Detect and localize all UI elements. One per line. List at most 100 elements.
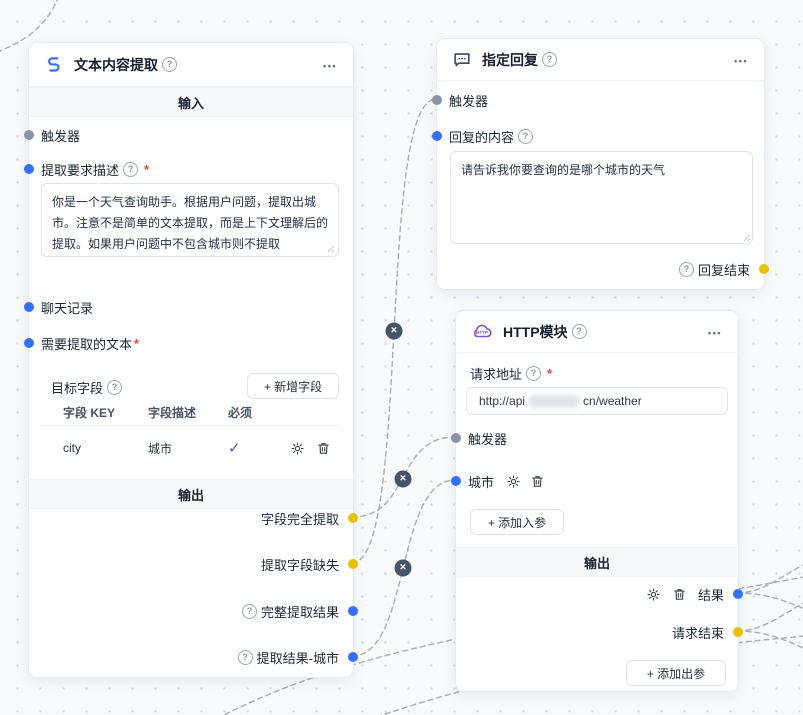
row-param-city: 城市: [456, 467, 738, 495]
col-header-key: 字段 KEY: [41, 404, 148, 421]
node-header[interactable]: 文本内容提取: [29, 43, 353, 87]
help-icon: [526, 366, 541, 381]
output-port[interactable]: [733, 589, 743, 599]
connection-delete-button[interactable]: ×: [386, 323, 403, 340]
row-output-full-result: 完整提取结果: [29, 597, 353, 625]
output-label: 请求结束: [672, 623, 724, 642]
output-label: 提取结果-城市: [257, 648, 339, 667]
node-title: HTTP模块: [503, 322, 568, 342]
input-port[interactable]: [24, 338, 34, 348]
help-icon: [123, 162, 138, 177]
add-field-button[interactable]: + 新增字段: [247, 373, 339, 399]
table-header-row: 字段 KEY 字段描述 必须: [41, 399, 341, 425]
node-specified-reply[interactable]: 指定回复 触发器 回复的内容 请告诉我你要查询的是哪个城市的天气 回复结束: [436, 38, 765, 290]
input-port[interactable]: [432, 131, 442, 141]
help-icon: [518, 129, 533, 144]
output-port[interactable]: [348, 606, 358, 616]
output-label: 结果: [698, 585, 724, 604]
help-icon: [242, 604, 257, 619]
wire-http-result-out-2: [737, 593, 803, 612]
help-icon: [162, 57, 177, 72]
chat-history-label: 聊天记录: [41, 298, 93, 317]
more-menu-icon[interactable]: [732, 49, 750, 71]
output-port[interactable]: [733, 627, 743, 637]
table-row: city 城市: [41, 425, 341, 470]
svg-text:HTTP: HTTP: [476, 330, 488, 335]
row-output-result: 结果: [456, 580, 738, 608]
row-extract-requirement: 提取要求描述 *: [29, 155, 353, 183]
extract-requirement-label: 提取要求描述: [41, 160, 119, 179]
row-output-reply-finish: 回复结束: [437, 255, 764, 283]
row-request-url: 请求地址 *: [456, 359, 738, 387]
gear-icon[interactable]: [646, 587, 661, 602]
output-label: 字段完全提取: [261, 509, 339, 528]
extract-requirement-textarea[interactable]: 你是一个天气查询助手。根据用户问题，提取出城市。注意不是简单的文本提取，而是上下…: [41, 183, 339, 257]
trash-icon[interactable]: [530, 474, 545, 489]
row-trigger: 触发器: [437, 86, 764, 114]
flow-canvas[interactable]: 文本内容提取 输入 触发器 提取要求描述 * 你是一个天气查询助手。根据用户问题…: [0, 0, 803, 715]
output-section-header: 输出: [456, 547, 738, 577]
trigger-label: 触发器: [41, 126, 80, 145]
help-icon: [238, 650, 253, 665]
col-header-required: 必须: [228, 404, 278, 421]
help-icon: [679, 262, 694, 277]
target-fields-label: 目标字段: [51, 378, 103, 397]
row-trigger: 触发器: [29, 121, 353, 149]
trash-icon[interactable]: [316, 441, 331, 456]
node-http-module[interactable]: HTTP HTTP模块 请求地址 * http://api cn/weather…: [455, 310, 739, 692]
gear-icon[interactable]: [290, 441, 305, 456]
input-port[interactable]: [24, 164, 34, 174]
trash-icon[interactable]: [672, 587, 687, 602]
help-icon: [572, 324, 587, 339]
help-icon: [107, 380, 122, 395]
field-desc-cell: 城市: [148, 440, 228, 457]
input-port[interactable]: [451, 476, 461, 486]
request-url-label: 请求地址: [470, 364, 522, 383]
field-key-cell: city: [41, 441, 148, 455]
reply-content-label: 回复的内容: [449, 127, 514, 146]
http-cloud-icon: HTTP: [470, 320, 494, 344]
output-port[interactable]: [348, 513, 358, 523]
input-port[interactable]: [24, 130, 34, 140]
url-suffix: cn/weather: [583, 394, 642, 408]
col-header-desc: 字段描述: [148, 404, 228, 421]
row-reply-content: 回复的内容: [437, 122, 764, 150]
node-title: 文本内容提取: [74, 55, 158, 75]
output-label: 完整提取结果: [261, 602, 339, 621]
wire-http-finish-out-1: [737, 598, 803, 631]
redacted-text: [528, 395, 580, 408]
add-input-param-button[interactable]: + 添加入参: [470, 509, 564, 535]
output-port[interactable]: [348, 559, 358, 569]
output-port[interactable]: [759, 264, 769, 274]
row-output-fields-complete: 字段完全提取: [29, 504, 353, 532]
add-output-param-button[interactable]: + 添加出参: [626, 660, 726, 686]
required-check-icon[interactable]: [228, 439, 278, 457]
node-header[interactable]: HTTP HTTP模块: [456, 311, 738, 353]
input-port[interactable]: [451, 433, 461, 443]
trigger-label: 触发器: [468, 429, 507, 448]
resize-handle-icon[interactable]: [741, 232, 751, 242]
row-output-fields-missing: 提取字段缺失: [29, 550, 353, 578]
trigger-label: 触发器: [449, 91, 488, 110]
output-port[interactable]: [348, 652, 358, 662]
row-chat-history: 聊天记录: [29, 293, 353, 321]
url-prefix: http://api: [479, 394, 525, 408]
node-header[interactable]: 指定回复: [437, 39, 764, 81]
param-city-label: 城市: [468, 472, 494, 491]
node-content-extract[interactable]: 文本内容提取 输入 触发器 提取要求描述 * 你是一个天气查询助手。根据用户问题…: [28, 42, 354, 678]
content-extract-icon: [43, 54, 65, 76]
input-section-header: 输入: [29, 87, 353, 117]
request-url-input[interactable]: http://api cn/weather: [466, 387, 728, 415]
connection-delete-button[interactable]: ×: [395, 471, 412, 488]
more-menu-icon[interactable]: [706, 321, 724, 343]
more-menu-icon[interactable]: [321, 54, 339, 76]
resize-handle-icon[interactable]: [325, 243, 335, 253]
source-text-label: 需要提取的文本: [41, 334, 132, 353]
input-port[interactable]: [432, 95, 442, 105]
output-label: 回复结束: [698, 260, 750, 279]
node-title: 指定回复: [482, 50, 538, 70]
gear-icon[interactable]: [506, 474, 521, 489]
input-port[interactable]: [24, 302, 34, 312]
connection-delete-button[interactable]: ×: [395, 560, 412, 577]
reply-content-textarea[interactable]: 请告诉我你要查询的是哪个城市的天气: [450, 151, 753, 244]
